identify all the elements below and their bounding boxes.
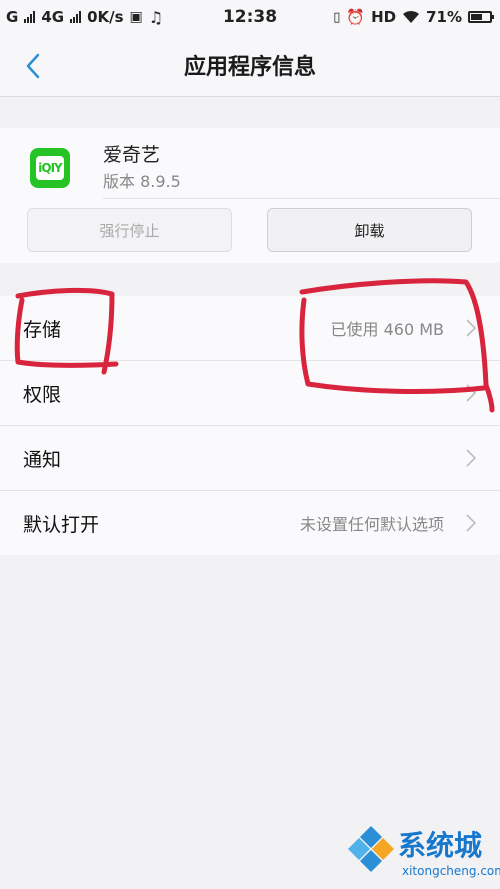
signal-icon-2	[70, 11, 82, 23]
wifi-icon	[403, 10, 420, 23]
hd-label: HD	[371, 8, 397, 26]
row-label: 权限	[23, 383, 62, 406]
signal-icon	[24, 11, 36, 23]
chevron-right-icon	[466, 384, 477, 402]
settings-row-notifications[interactable]: 通知	[0, 426, 500, 491]
app-info-card: iQIY 爱奇艺 版本 8.9.5 强行停止 卸载	[0, 128, 500, 263]
chevron-right-icon	[466, 449, 477, 467]
battery-percent: 71%	[426, 8, 462, 26]
vibrate-icon: ▯	[333, 9, 341, 25]
settings-row-storage[interactable]: 存储 已使用 460 MB	[0, 296, 500, 361]
watermark-brand: 系统城	[398, 829, 483, 862]
chevron-right-icon	[466, 514, 477, 532]
watermark-url: xitongcheng.com	[402, 864, 500, 878]
app-logo-icon: iQIY	[30, 148, 70, 188]
uninstall-button[interactable]: 卸载	[267, 208, 472, 252]
app-version: 版本 8.9.5	[103, 172, 181, 191]
status-bar: G 4G 0K/s ▣ ♫ 12:38 ▯ ⏰ HD 71%	[0, 0, 500, 34]
row-value: 未设置任何默认选项	[299, 515, 444, 534]
app-logo-text: iQIY	[36, 156, 64, 180]
watermark: 系统城 xitongcheng.com	[340, 820, 500, 889]
row-label: 默认打开	[23, 513, 100, 536]
carrier-label: G	[6, 8, 19, 26]
chevron-right-icon	[466, 319, 477, 337]
settings-list: 存储 已使用 460 MB 权限 通知 默认打开 未设置任何默认选项	[0, 296, 500, 555]
notification-icon: ▣	[129, 9, 143, 25]
settings-row-permissions[interactable]: 权限	[0, 361, 500, 426]
music-icon: ♫	[148, 7, 164, 27]
row-value: 已使用 460 MB	[330, 320, 445, 339]
clock: 12:38	[222, 7, 278, 27]
divider	[103, 198, 500, 199]
back-arrow-icon[interactable]	[18, 50, 50, 82]
network-type-label: 4G	[41, 8, 65, 26]
row-label: 存储	[23, 318, 62, 341]
network-speed: 0K/s	[87, 8, 124, 26]
alarm-icon: ⏰	[346, 8, 366, 26]
settings-row-default-open[interactable]: 默认打开 未设置任何默认选项	[0, 491, 500, 555]
force-stop-button[interactable]: 强行停止	[27, 208, 232, 252]
app-name: 爱奇艺	[103, 144, 161, 166]
row-label: 通知	[23, 448, 62, 471]
nav-bar: 应用程序信息	[0, 34, 500, 97]
watermark-logo-icon	[348, 826, 394, 872]
battery-icon	[468, 11, 494, 23]
page-title: 应用程序信息	[183, 55, 316, 80]
